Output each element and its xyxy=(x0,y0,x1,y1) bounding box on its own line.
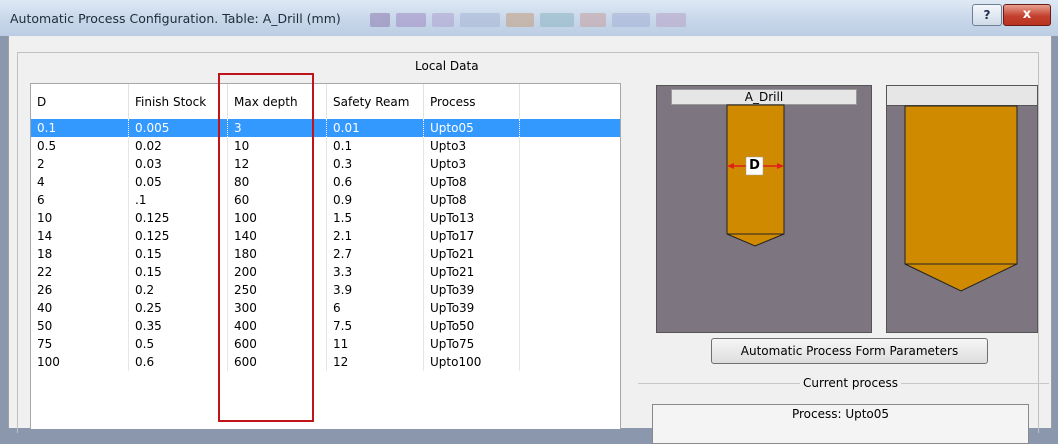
process-table[interactable]: D Finish Stock Max depth Safety Ream Pro… xyxy=(30,83,621,429)
drill-diagram xyxy=(726,104,785,247)
cell-d[interactable]: 2 xyxy=(31,155,129,173)
cell-process[interactable]: UpTo8 xyxy=(424,191,520,209)
current-process-box: Process: Upto05 xyxy=(652,404,1029,444)
cell-safety-ream[interactable]: 0.01 xyxy=(327,119,424,137)
cell-safety-ream[interactable]: 7.5 xyxy=(327,317,424,335)
cell-process[interactable]: UpTo17 xyxy=(424,227,520,245)
cell-d[interactable]: 50 xyxy=(31,317,129,335)
cell-safety-ream[interactable]: 3.3 xyxy=(327,263,424,281)
table-row[interactable]: 2 0.03 12 0.3 Upto3 xyxy=(31,155,620,173)
current-process-label: Current process xyxy=(800,376,901,390)
cell-safety-ream[interactable]: 0.9 xyxy=(327,191,424,209)
cell-process[interactable]: UpTo75 xyxy=(424,335,520,353)
cell-process[interactable]: UpTo39 xyxy=(424,281,520,299)
table-header: D Finish Stock Max depth Safety Ream Pro… xyxy=(31,84,620,120)
background-toolbar-blur xyxy=(370,8,840,32)
cell-finish-stock[interactable]: 0.5 xyxy=(129,335,228,353)
cell-d[interactable]: 40 xyxy=(31,299,129,317)
cell-finish-stock[interactable]: 0.125 xyxy=(129,227,228,245)
cell-safety-ream[interactable]: 1.5 xyxy=(327,209,424,227)
cell-d[interactable]: 18 xyxy=(31,245,129,263)
cell-finish-stock[interactable]: 0.05 xyxy=(129,173,228,191)
cell-process[interactable]: Upto3 xyxy=(424,155,520,173)
help-button[interactable]: ? xyxy=(972,4,1002,26)
cell-finish-stock[interactable]: .1 xyxy=(129,191,228,209)
cell-process[interactable]: Upto100 xyxy=(424,353,520,371)
table-row[interactable]: 100 0.6 600 12 Upto100 xyxy=(31,353,620,371)
cell-safety-ream[interactable]: 3.9 xyxy=(327,281,424,299)
cell-process[interactable]: Upto05 xyxy=(424,119,520,137)
cell-process[interactable]: Upto3 xyxy=(424,137,520,155)
cell-process[interactable]: UpTo21 xyxy=(424,263,520,281)
cell-finish-stock[interactable]: 0.03 xyxy=(129,155,228,173)
cell-safety-ream[interactable]: 11 xyxy=(327,335,424,353)
table-row[interactable]: 75 0.5 600 11 UpTo75 xyxy=(31,335,620,353)
cell-finish-stock[interactable]: 0.125 xyxy=(129,209,228,227)
table-row[interactable]: 0.1 0.005 3 0.01 Upto05 xyxy=(31,119,620,137)
cell-d[interactable]: 6 xyxy=(31,191,129,209)
close-button[interactable]: x xyxy=(1003,4,1051,26)
window-title: Automatic Process Configuration. Table: … xyxy=(10,11,341,26)
cell-finish-stock[interactable]: 0.35 xyxy=(129,317,228,335)
table-row[interactable]: 10 0.125 100 1.5 UpTo13 xyxy=(31,209,620,227)
table-row[interactable]: 6.1 60 0.9 UpTo8 xyxy=(31,191,620,209)
max-depth-highlight-box xyxy=(218,73,314,422)
automatic-process-form-parameters-button[interactable]: Automatic Process Form Parameters xyxy=(711,338,988,364)
cell-d[interactable]: 0.5 xyxy=(31,137,129,155)
cell-process[interactable]: UpTo13 xyxy=(424,209,520,227)
cell-finish-stock[interactable]: 0.15 xyxy=(129,245,228,263)
cell-safety-ream[interactable]: 2.1 xyxy=(327,227,424,245)
table-row[interactable]: 40 0.25 300 6 UpTo39 xyxy=(31,299,620,317)
table-row[interactable]: 22 0.15 200 3.3 UpTo21 xyxy=(31,263,620,281)
cell-safety-ream[interactable]: 12 xyxy=(327,353,424,371)
cell-finish-stock[interactable]: 0.02 xyxy=(129,137,228,155)
cell-finish-stock[interactable]: 0.25 xyxy=(129,299,228,317)
cell-d[interactable]: 10 xyxy=(31,209,129,227)
cell-safety-ream[interactable]: 0.3 xyxy=(327,155,424,173)
cell-d[interactable]: 4 xyxy=(31,173,129,191)
local-data-label: Local Data xyxy=(413,59,481,73)
table-row[interactable]: 0.5 0.02 10 0.1 Upto3 xyxy=(31,137,620,155)
cell-safety-ream[interactable]: 2.7 xyxy=(327,245,424,263)
cell-safety-ream[interactable]: 0.1 xyxy=(327,137,424,155)
cell-process[interactable]: UpTo21 xyxy=(424,245,520,263)
table-row[interactable]: 18 0.15 180 2.7 UpTo21 xyxy=(31,245,620,263)
cell-finish-stock[interactable]: 0.2 xyxy=(129,281,228,299)
column-header-process[interactable]: Process xyxy=(424,84,520,119)
stock-diagram xyxy=(904,105,1018,292)
current-process-text: Process: Upto05 xyxy=(791,407,890,421)
table-row[interactable]: 50 0.35 400 7.5 UpTo50 xyxy=(31,317,620,335)
table-row[interactable]: 4 0.05 80 0.6 UpTo8 xyxy=(31,173,620,191)
cell-finish-stock[interactable]: 0.005 xyxy=(129,119,228,137)
column-header-safety-ream[interactable]: Safety Ream xyxy=(327,84,424,119)
cell-safety-ream[interactable]: 0.6 xyxy=(327,173,424,191)
column-header-d[interactable]: D xyxy=(31,84,129,119)
stock-preview xyxy=(886,85,1038,333)
cell-process[interactable]: UpTo39 xyxy=(424,299,520,317)
cell-finish-stock[interactable]: 0.15 xyxy=(129,263,228,281)
cell-d[interactable]: 100 xyxy=(31,353,129,371)
cell-d[interactable]: 26 xyxy=(31,281,129,299)
title-bar: Automatic Process Configuration. Table: … xyxy=(0,0,1058,36)
cell-process[interactable]: UpTo50 xyxy=(424,317,520,335)
cell-finish-stock[interactable]: 0.6 xyxy=(129,353,228,371)
tool-preview-drill: A_Drill D xyxy=(656,85,872,333)
cell-d[interactable]: 22 xyxy=(31,263,129,281)
cell-d[interactable]: 75 xyxy=(31,335,129,353)
table-row[interactable]: 14 0.125 140 2.1 UpTo17 xyxy=(31,227,620,245)
table-row[interactable]: 26 0.2 250 3.9 UpTo39 xyxy=(31,281,620,299)
cell-d[interactable]: 14 xyxy=(31,227,129,245)
cell-process[interactable]: UpTo8 xyxy=(424,173,520,191)
cell-d[interactable]: 0.1 xyxy=(31,119,129,137)
cell-safety-ream[interactable]: 6 xyxy=(327,299,424,317)
column-header-finish-stock[interactable]: Finish Stock xyxy=(129,84,228,119)
dimension-d-label: D xyxy=(749,158,760,173)
